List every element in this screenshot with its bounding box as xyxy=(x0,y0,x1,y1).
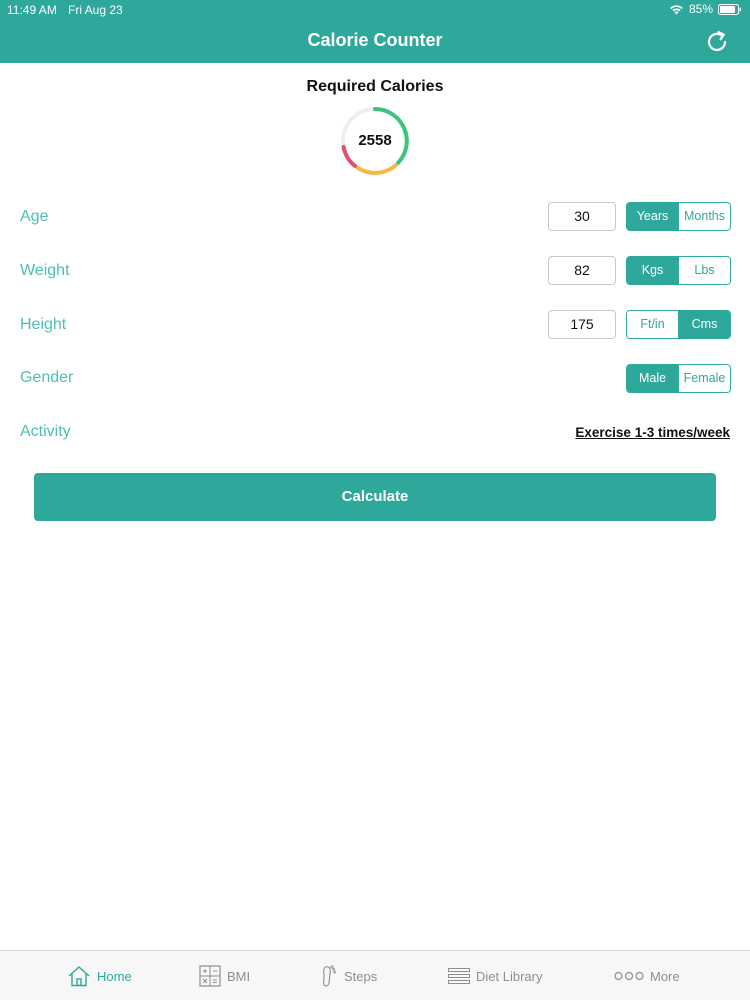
tab-bar: Home BMI Steps Diet Library More xyxy=(0,950,750,1000)
status-time: 11:49 AM xyxy=(7,3,57,17)
home-icon xyxy=(67,965,91,987)
activity-selector[interactable]: Exercise 1-3 times/week xyxy=(575,425,730,440)
required-calories-heading: Required Calories xyxy=(306,78,444,95)
calorie-value: 2558 xyxy=(358,132,392,149)
top-bar: 11:49 AM Fri Aug 23 85% Calorie Counter xyxy=(0,0,750,63)
tab-steps-label: Steps xyxy=(344,968,378,984)
tab-home[interactable]: Home xyxy=(67,964,132,988)
wifi-icon xyxy=(669,4,684,15)
status-right: 85% xyxy=(669,2,742,16)
height-label: Height xyxy=(20,316,67,333)
refresh-icon[interactable] xyxy=(704,29,730,55)
calculator-icon xyxy=(199,965,221,987)
gender-female[interactable]: Female xyxy=(678,365,730,392)
tab-bmi-label: BMI xyxy=(227,968,251,984)
tab-more-label: More xyxy=(650,968,680,984)
more-icon xyxy=(614,971,644,981)
tab-more[interactable]: More xyxy=(614,964,680,988)
status-date: Fri Aug 23 xyxy=(68,3,123,17)
page-title: Calorie Counter xyxy=(307,30,443,50)
battery-icon xyxy=(718,3,742,15)
weight-label: Weight xyxy=(20,262,70,279)
activity-label: Activity xyxy=(20,423,71,440)
tab-steps[interactable]: Steps xyxy=(320,964,377,988)
list-icon xyxy=(448,968,470,984)
status-bar: 11:49 AM Fri Aug 23 85% xyxy=(0,0,750,20)
tab-diet-library-label: Diet Library xyxy=(476,968,543,984)
height-unit-toggle: Ft/in Cms xyxy=(626,310,731,339)
age-input[interactable]: 30 xyxy=(548,202,616,231)
weight-unit-lbs[interactable]: Lbs xyxy=(678,257,730,284)
tab-home-label: Home xyxy=(97,968,132,984)
calculate-button[interactable]: Calculate xyxy=(34,473,716,521)
tab-bmi[interactable]: BMI xyxy=(199,964,250,988)
height-input[interactable]: 175 xyxy=(548,310,616,339)
age-unit-toggle: Years Months xyxy=(626,202,731,231)
gender-male[interactable]: Male xyxy=(627,365,678,392)
gender-label: Gender xyxy=(20,369,74,386)
battery-percent: 85% xyxy=(688,2,713,16)
calorie-ring: 2558 xyxy=(340,106,410,176)
weight-unit-kgs[interactable]: Kgs xyxy=(627,257,678,284)
weight-unit-toggle: Kgs Lbs xyxy=(626,256,731,285)
weight-input[interactable]: 82 xyxy=(548,256,616,285)
height-unit-cms[interactable]: Cms xyxy=(678,311,730,338)
tab-diet-library[interactable]: Diet Library xyxy=(448,964,542,988)
footprint-icon xyxy=(320,964,338,988)
gender-toggle: Male Female xyxy=(626,364,731,393)
age-label: Age xyxy=(20,208,49,225)
height-unit-ftin[interactable]: Ft/in xyxy=(627,311,678,338)
age-unit-months[interactable]: Months xyxy=(678,203,730,230)
age-unit-years[interactable]: Years xyxy=(627,203,678,230)
